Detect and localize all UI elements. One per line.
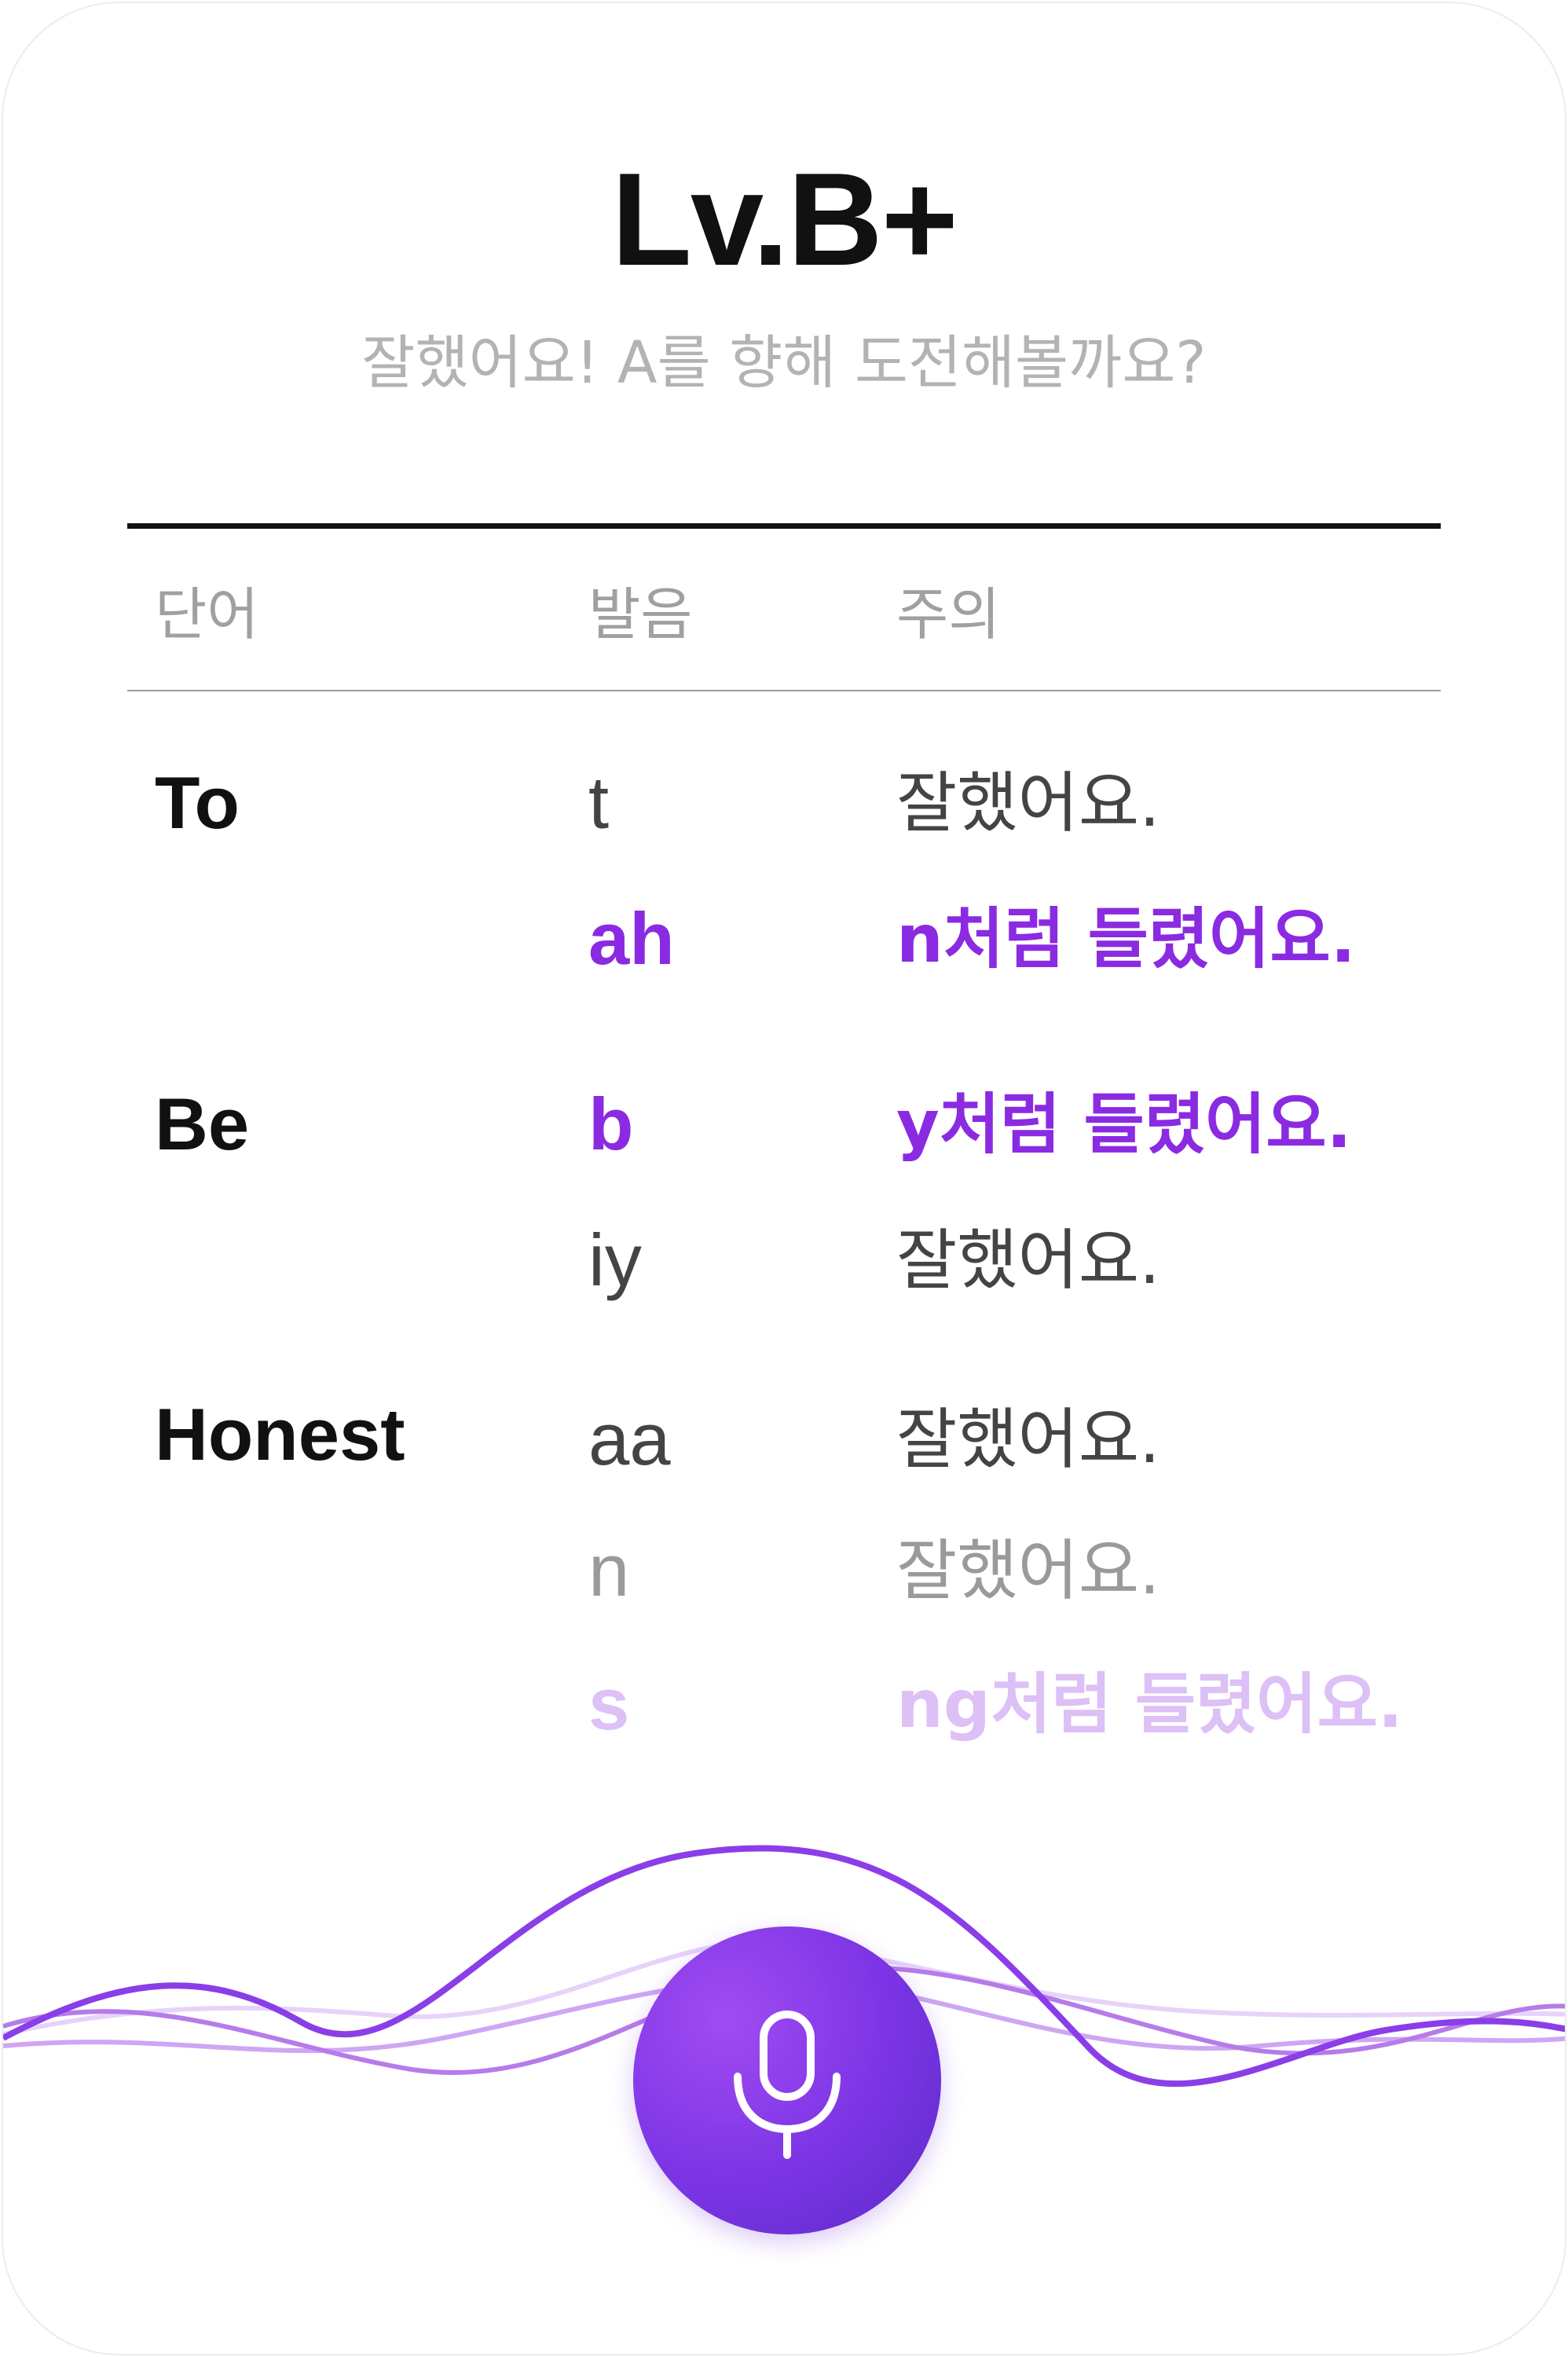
level-grade: Lv.B+ xyxy=(611,145,958,293)
word-cell: Be xyxy=(155,1083,250,1165)
column-header-note: 주의 xyxy=(896,581,1001,647)
word-cell: To xyxy=(155,761,240,844)
phoneme-cell: ah xyxy=(588,897,675,980)
phoneme-cell: b xyxy=(588,1083,634,1165)
encouragement-message: 잘했어요! A를 향해 도전해볼까요? xyxy=(361,329,1207,397)
phoneme-cell: t xyxy=(588,761,610,844)
column-header-pronunciation: 발음 xyxy=(588,581,693,647)
record-button[interactable] xyxy=(633,1926,941,2234)
phoneme-cell: aa xyxy=(588,1398,671,1480)
feedback-cell: n처럼 들렸어요. xyxy=(896,900,1356,977)
feedback-cell: 잘했어요. xyxy=(896,1222,1160,1299)
phoneme-cell: n xyxy=(588,1529,630,1611)
phoneme-cell: iy xyxy=(588,1219,642,1301)
table-top-divider xyxy=(127,523,1441,529)
feedback-cell: y처럼 들렸어요. xyxy=(896,1086,1352,1163)
microphone-icon xyxy=(734,2011,841,2159)
result-card: Lv.B+ 잘했어요! A를 향해 도전해볼까요? 단어 발음 주의 To t … xyxy=(2,2,1566,2355)
table-header-divider xyxy=(127,690,1441,691)
phoneme-cell: s xyxy=(588,1662,630,1745)
column-header-word: 단어 xyxy=(155,581,259,647)
feedback-cell: ng처럼 들렸어요. xyxy=(896,1666,1403,1743)
feedback-cell: 잘했어요. xyxy=(896,764,1160,841)
feedback-cell: 잘했어요. xyxy=(896,1532,1160,1609)
feedback-cell: 잘했어요. xyxy=(896,1401,1160,1478)
word-cell: Honest xyxy=(155,1393,405,1475)
